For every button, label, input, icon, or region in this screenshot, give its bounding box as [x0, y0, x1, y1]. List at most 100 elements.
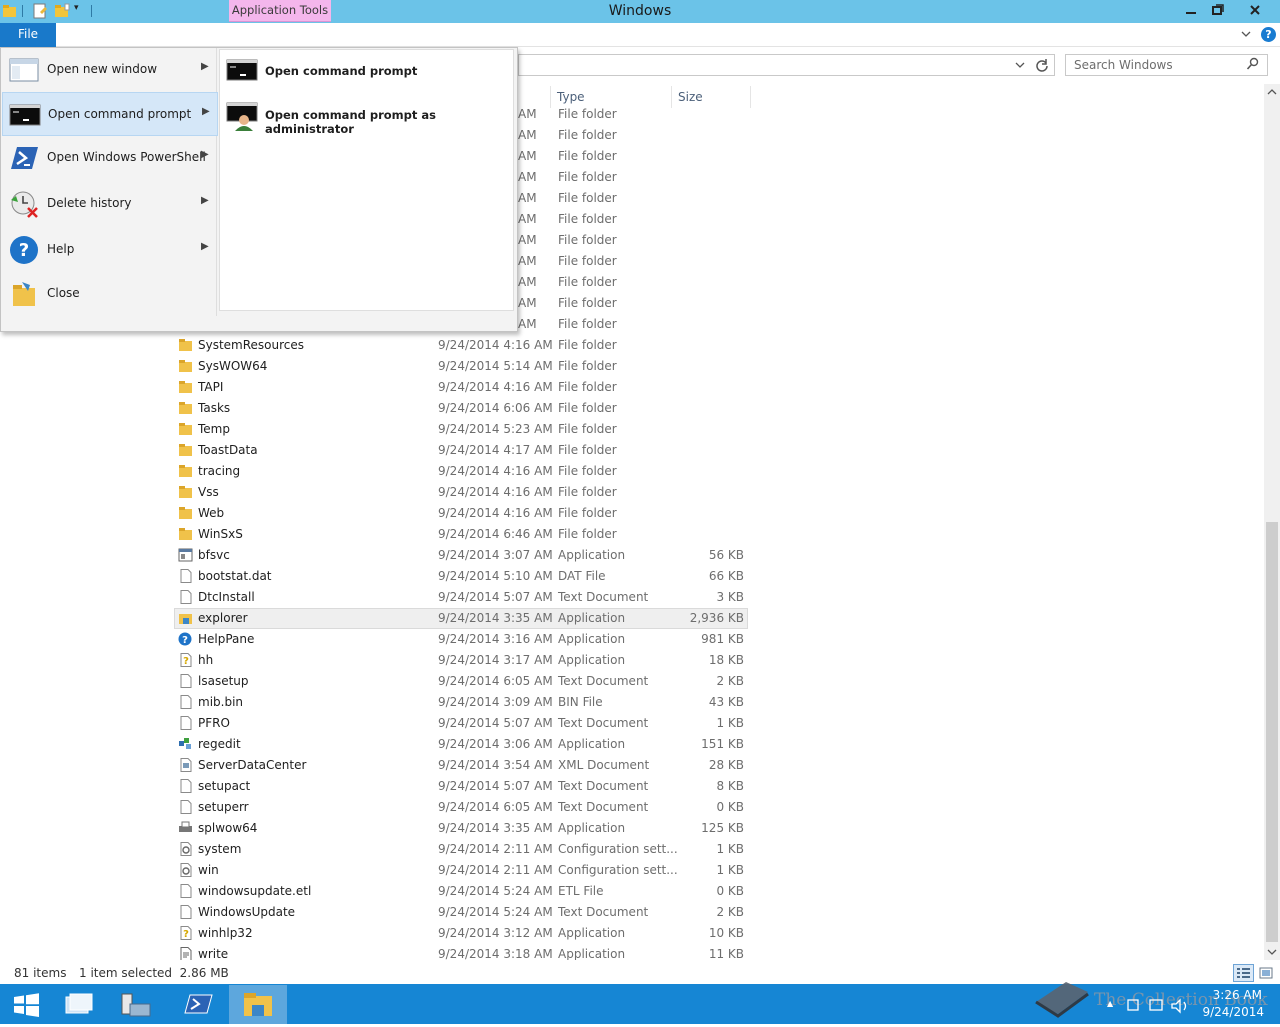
file-type: Application: [558, 947, 626, 960]
menu-item-help[interactable]: ? Help ▶: [2, 228, 218, 272]
list-item[interactable]: Temp 9/24/2014 5:23 AM File folder: [160, 419, 1265, 440]
details-view-icon[interactable]: [1233, 964, 1254, 982]
file-size: 981 KB: [701, 632, 744, 646]
restore-icon[interactable]: [1205, 0, 1232, 20]
list-item[interactable]: ? winhlp32 9/24/2014 3:12 AM Application 10 …: [160, 923, 1265, 944]
file-name: hh: [198, 653, 214, 667]
file-name: Temp: [198, 422, 230, 436]
qat-dropdown-icon[interactable]: ▾: [74, 3, 90, 19]
list-item[interactable]: SystemResources 9/24/2014 4:16 AM File fol…: [160, 335, 1265, 356]
cmd-icon: [226, 56, 258, 88]
scrollbar-thumb[interactable]: [1266, 522, 1278, 942]
file-type: Application: [558, 653, 626, 667]
list-item[interactable]: setuperr 9/24/2014 6:05 AM Text Document 0 …: [160, 797, 1265, 818]
list-item[interactable]: tracing 9/24/2014 4:16 AM File folder: [160, 461, 1265, 482]
list-item[interactable]: Vss 9/24/2014 4:16 AM File folder: [160, 482, 1265, 503]
doc-file-icon: [178, 779, 193, 793]
file-explorer-taskbar-button[interactable]: [229, 985, 287, 1024]
file-date: 9/24/2014 3:12 AM: [438, 926, 553, 940]
file-type: Application: [558, 926, 626, 940]
list-item[interactable]: mib.bin 9/24/2014 3:09 AM BIN File 43 KB: [160, 692, 1265, 713]
list-item[interactable]: win 9/24/2014 2:11 AM Configuration sett..…: [160, 860, 1265, 881]
list-item[interactable]: regedit 9/24/2014 3:06 AM Application 151 K…: [160, 734, 1265, 755]
file-tab[interactable]: File: [0, 23, 56, 47]
list-item[interactable]: Tasks 9/24/2014 6:06 AM File folder: [160, 398, 1265, 419]
powershell-taskbar-icon[interactable]: [176, 986, 220, 1022]
scroll-up-icon[interactable]: [1266, 86, 1278, 100]
menu-item-open-new-window[interactable]: Open new window ▶: [2, 48, 218, 92]
printer-file-icon: [178, 821, 193, 835]
file-date: 9/24/2014 6:06 AM: [438, 401, 553, 415]
tray-expand-icon[interactable]: ▲: [1107, 999, 1113, 1008]
file-size: 56 KB: [708, 548, 744, 562]
list-item[interactable]: WindowsUpdate 9/24/2014 5:24 AM Text Docum…: [160, 902, 1265, 923]
search-icon[interactable]: [1246, 57, 1260, 74]
expand-ribbon-icon[interactable]: [1240, 28, 1252, 43]
list-item[interactable]: ServerDataCenter 9/24/2014 3:54 AM XML Doc…: [160, 755, 1265, 776]
list-item[interactable]: write 9/24/2014 3:18 AM Application 11 KB: [160, 944, 1265, 960]
close-window-icon[interactable]: [1232, 0, 1278, 20]
file-size: 1 KB: [716, 863, 744, 877]
server-manager-icon[interactable]: [56, 986, 100, 1022]
list-item[interactable]: setupact 9/24/2014 5:07 AM Text Document 8 …: [160, 776, 1265, 797]
menu-item-open-command-prompt[interactable]: Open command prompt ▶: [2, 92, 218, 136]
list-item[interactable]: explorer 9/24/2014 3:35 AM Application 2,93…: [160, 608, 1265, 629]
file-date: 9/24/2014 2:11 AM: [438, 863, 553, 877]
menu-item-close[interactable]: Close: [2, 272, 218, 316]
properties-icon[interactable]: [32, 3, 48, 19]
list-item[interactable]: TAPI 9/24/2014 4:16 AM File folder: [160, 377, 1265, 398]
file-type: Application: [558, 737, 626, 751]
file-date: 9/24/2014 4:16 AM: [438, 485, 553, 499]
list-item[interactable]: SysWOW64 9/24/2014 5:14 AM File folder: [160, 356, 1265, 377]
address-dropdown-icon[interactable]: [1014, 58, 1026, 75]
list-item[interactable]: windowsupdate.etl 9/24/2014 5:24 AM ETL Fi…: [160, 881, 1265, 902]
clock-time[interactable]: 3:26 AM: [1198, 988, 1262, 1002]
list-item[interactable]: ? hh 9/24/2014 3:17 AM Application 18 KB: [160, 650, 1265, 671]
clock-date[interactable]: 9/24/2014: [1198, 1005, 1264, 1019]
file-date: 9/24/2014 4:16 AM: [438, 338, 553, 352]
file-name: HelpPane: [198, 632, 255, 646]
list-item[interactable]: bfsvc 9/24/2014 3:07 AM Application 56 KB: [160, 545, 1265, 566]
doc-file-icon: [178, 800, 193, 814]
list-item[interactable]: WinSxS 9/24/2014 6:46 AM File folder: [160, 524, 1265, 545]
large-icons-view-icon[interactable]: [1258, 965, 1274, 984]
file-date: 9/24/2014 4:16 AM: [438, 380, 553, 394]
list-item[interactable]: bootstat.dat 9/24/2014 5:10 AM DAT File 66 …: [160, 566, 1265, 587]
minimize-icon[interactable]: [1178, 0, 1205, 20]
file-type: Text Document: [558, 674, 649, 688]
list-item[interactable]: Web 9/24/2014 4:16 AM File folder: [160, 503, 1265, 524]
new-folder-icon[interactable]: [54, 3, 70, 19]
scroll-down-icon[interactable]: [1266, 946, 1278, 960]
list-item[interactable]: splwow64 9/24/2014 3:35 AM Application 125 …: [160, 818, 1265, 839]
refresh-icon[interactable]: [1034, 57, 1050, 76]
list-item[interactable]: ToastData 9/24/2014 4:17 AM File folder: [160, 440, 1265, 461]
submenu-open-command-prompt-admin[interactable]: Open command prompt as administrator: [224, 96, 509, 136]
file-name: PFRO: [198, 716, 230, 730]
file-date: AM: [518, 170, 537, 184]
submenu-arrow-icon: ▶: [201, 195, 209, 206]
address-bar[interactable]: [518, 54, 1055, 76]
file-name: TAPI: [198, 380, 224, 394]
file-size: 0 KB: [716, 884, 744, 898]
file-date: 9/24/2014 4:16 AM: [438, 506, 553, 520]
folder-icon: [2, 3, 18, 19]
menu-item-delete-history[interactable]: Delete history ▶: [2, 182, 218, 226]
list-item[interactable]: ? HelpPane 9/24/2014 3:16 AM Application 981…: [160, 629, 1265, 650]
file-type: Application: [558, 548, 626, 562]
start-button[interactable]: [4, 986, 48, 1022]
delete-history-icon: [8, 188, 40, 220]
list-item[interactable]: system 9/24/2014 2:11 AM Configuration set…: [160, 839, 1265, 860]
tray-icons[interactable]: [1126, 996, 1196, 1019]
file-size: 8 KB: [716, 779, 744, 793]
file-server-icon[interactable]: [114, 986, 158, 1022]
list-item[interactable]: PFRO 9/24/2014 5:07 AM Text Document 1 KB: [160, 713, 1265, 734]
file-type: File folder: [558, 506, 617, 520]
list-item[interactable]: DtcInstall 9/24/2014 5:07 AM Text Document…: [160, 587, 1265, 608]
doc-file-icon: [178, 674, 193, 688]
submenu-open-command-prompt[interactable]: Open command prompt: [224, 52, 509, 92]
list-item[interactable]: lsasetup 9/24/2014 6:05 AM Text Document 2 …: [160, 671, 1265, 692]
folder-file-icon: [178, 359, 193, 373]
menu-item-open-powershell[interactable]: Open Windows PowerShell ▶: [2, 136, 218, 180]
application-tools-tab[interactable]: Application Tools: [229, 0, 331, 22]
help-icon[interactable]: ?: [1261, 27, 1276, 42]
